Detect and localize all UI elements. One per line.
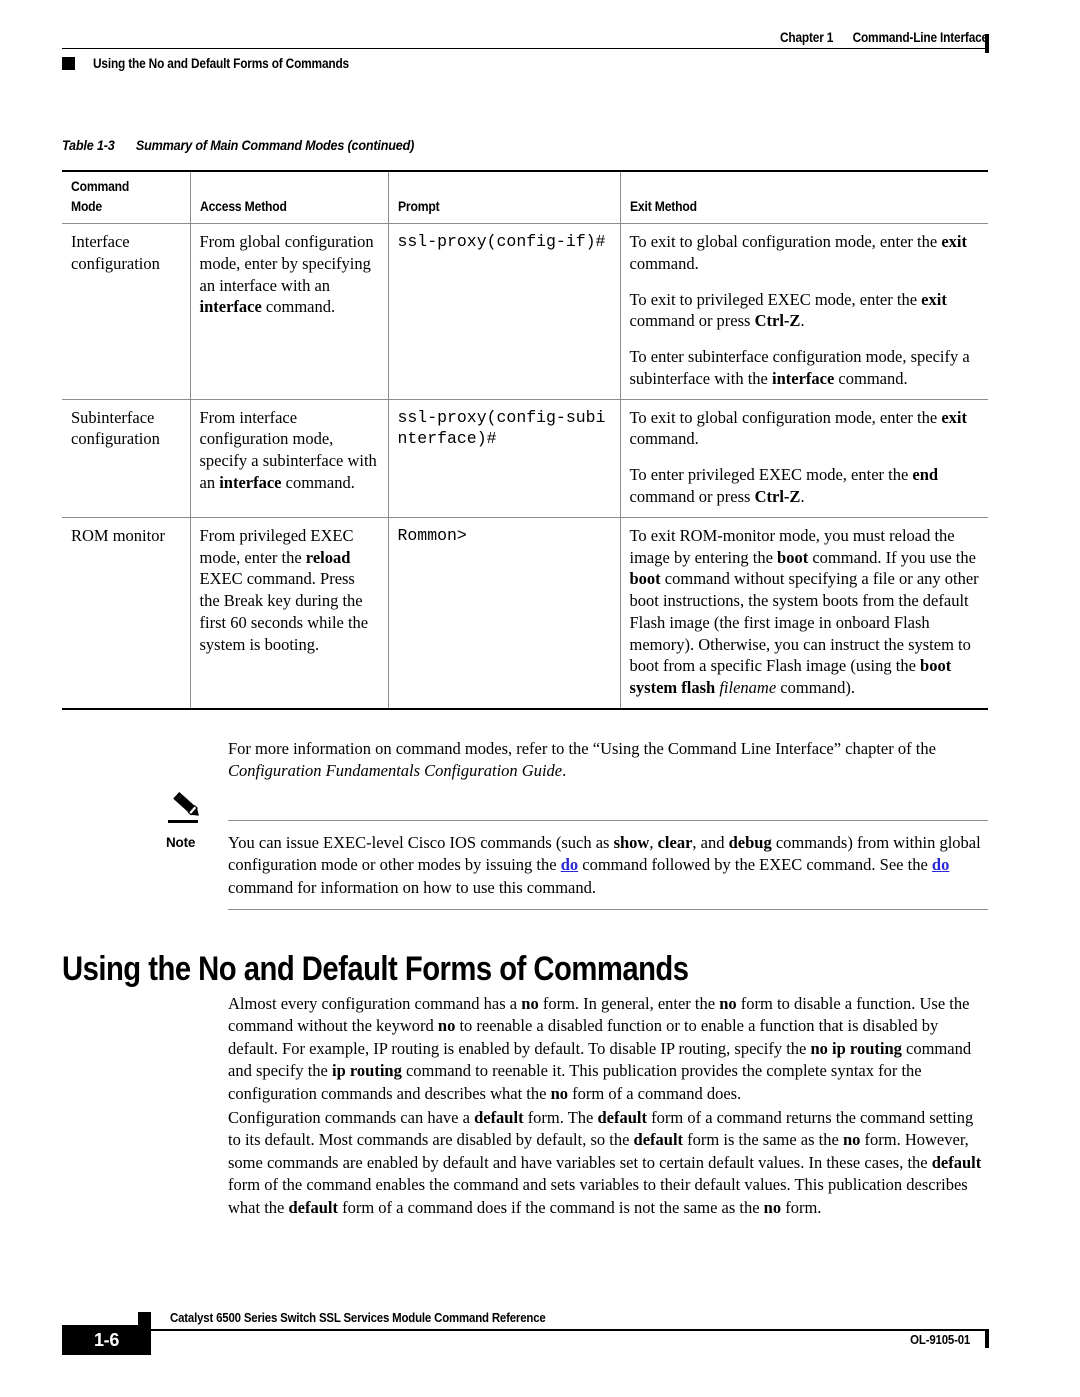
footer-square-marker-icon — [138, 1312, 151, 1325]
cell-command-mode: Interface configuration — [62, 223, 191, 400]
table-caption-number: Table 1-3 — [62, 137, 115, 153]
note-text: You can issue EXEC-level Cisco IOS comma… — [228, 833, 981, 897]
table-caption-text: Summary of Main Command Modes (continued… — [135, 137, 415, 153]
table-row: Subinterface configuration From interfac… — [62, 399, 988, 518]
header-section-line: Using the No and Default Forms of Comman… — [62, 56, 988, 71]
note-body: Note You can issue EXEC-level Cisco IOS … — [166, 826, 988, 899]
document-page: Chapter 1 Command-Line Interface Using t… — [0, 0, 1080, 1397]
exit-paragraph: To exit ROM-monitor mode, you must reloa… — [629, 525, 979, 698]
note-icon-row — [166, 790, 988, 826]
header-chapter-number: Chapter 1 — [780, 30, 834, 45]
header-running-title: Using the No and Default Forms of Comman… — [93, 56, 349, 71]
table-caption: Table 1-3 Summary of Main Command Modes … — [62, 137, 414, 153]
table-row: Interface configuration From global conf… — [62, 223, 988, 400]
do-command-link[interactable]: do — [932, 855, 949, 874]
note-top-rule — [228, 820, 988, 821]
exit-paragraph: To exit to privileged EXEC mode, enter t… — [629, 289, 947, 331]
section-paragraph-2: Configuration commands can have a defaul… — [228, 1108, 982, 1217]
cell-access-method: From interface configuration mode, speci… — [190, 399, 389, 518]
note-icon-underline — [168, 820, 198, 823]
cell-command-mode: Subinterface configuration — [62, 399, 191, 518]
footer-document-title: Catalyst 6500 Series Switch SSL Services… — [170, 1310, 546, 1325]
cell-exit-method: To exit ROM-monitor mode, you must reloa… — [620, 517, 988, 710]
table-header-row: Command Mode Access Method Prompt Exit M… — [62, 170, 988, 225]
page-title: Using the No and Default Forms of Comman… — [62, 949, 689, 988]
note-callout: Note You can issue EXEC-level Cisco IOS … — [166, 790, 988, 911]
header-rule — [62, 34, 989, 53]
section-paragraph-2-block: Configuration commands can have a defaul… — [228, 1107, 988, 1233]
pencil-icon — [173, 791, 199, 816]
cell-exit-method: To exit to global configuration mode, en… — [620, 223, 988, 400]
column-header-exit-method: Exit Method — [620, 170, 988, 225]
footer-document-id: OL-9105-01 — [910, 1332, 970, 1347]
column-header-command-mode: Command Mode — [62, 170, 191, 225]
table-row: ROM monitor From privileged EXEC mode, e… — [62, 517, 988, 710]
column-header-prompt: Prompt — [388, 170, 621, 225]
note-label: Note — [166, 835, 196, 850]
header-end-bar — [985, 34, 989, 53]
footer-page-number: 1-6 — [62, 1325, 151, 1355]
cell-access-method: From global configuration mode, enter by… — [190, 223, 389, 400]
exit-paragraph: To exit to global configuration mode, en… — [629, 407, 967, 449]
after-table-paragraph: For more information on command modes, r… — [228, 739, 936, 781]
column-header-command-mode-line1: Command — [71, 179, 130, 194]
footer-rule — [138, 1329, 988, 1331]
note-bottom-rule — [228, 909, 988, 911]
column-header-command-mode-line2: Mode — [71, 198, 103, 214]
do-command-link[interactable]: do — [561, 855, 578, 874]
exit-paragraph: To enter subinterface configuration mode… — [629, 347, 970, 388]
section-paragraph-1-block: Almost every configuration command has a… — [228, 993, 988, 1119]
command-modes-table: Command Mode Access Method Prompt Exit M… — [62, 170, 988, 710]
footer-end-bar — [985, 1329, 989, 1348]
cell-prompt: Rommon> — [388, 517, 621, 710]
column-header-access-method: Access Method — [190, 170, 389, 225]
header-chapter-title: Command-Line Interface — [852, 30, 989, 45]
cell-exit-method: To exit to global configuration mode, en… — [620, 399, 988, 518]
cell-command-mode: ROM monitor — [62, 517, 191, 710]
exit-paragraph: To exit to global configuration mode, en… — [629, 232, 967, 273]
after-table-paragraph-block: For more information on command modes, r… — [228, 738, 988, 797]
section-paragraph-1: Almost every configuration command has a… — [228, 994, 972, 1103]
cell-prompt: ssl-proxy(config-subinterface)# — [388, 399, 621, 518]
square-marker-icon — [62, 57, 75, 70]
cell-prompt: ssl-proxy(config-if)# — [388, 223, 621, 400]
exit-paragraph: To enter privileged EXEC mode, enter the… — [629, 465, 939, 507]
cell-access-method: From privileged EXEC mode, enter the rel… — [190, 517, 389, 710]
header-chapter-line: Chapter 1 Command-Line Interface — [173, 30, 988, 48]
page-header: Chapter 1 Command-Line Interface Using t… — [62, 30, 989, 71]
